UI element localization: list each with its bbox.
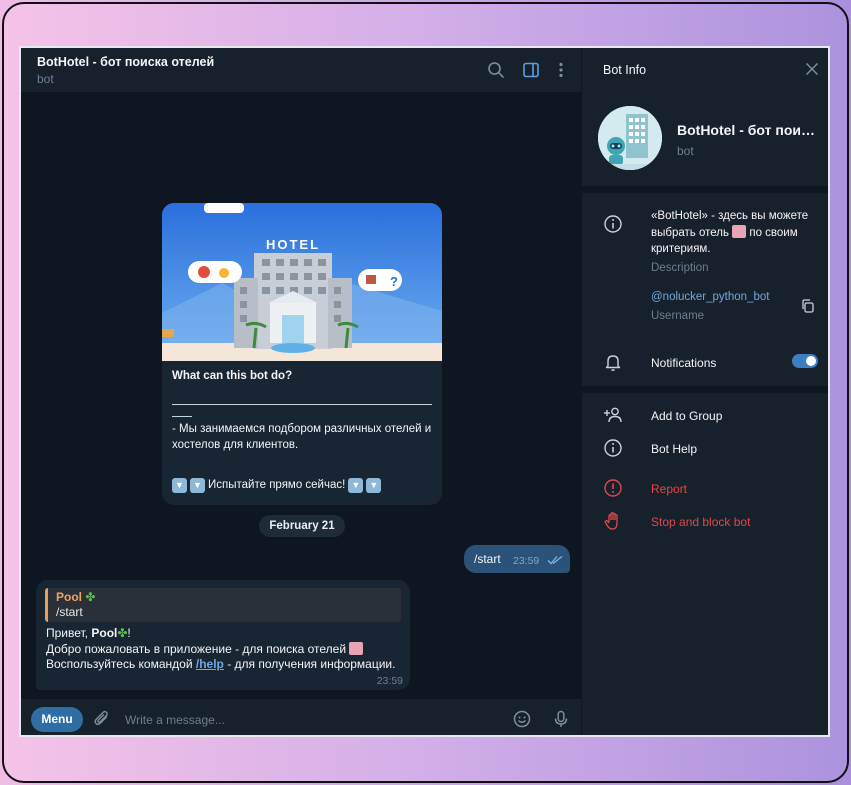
help-info-icon: [604, 439, 622, 457]
message-composer: Menu: [21, 699, 581, 735]
message-time: 23:59: [513, 555, 540, 567]
clover-emoji-icon: ✤: [85, 590, 96, 604]
telegram-window: BotHotel - бот поиска отелей bot ? HOTEL…: [19, 46, 830, 737]
section-divider: [582, 186, 828, 193]
chat-pane: BotHotel - бот поиска отелей bot ? HOTEL…: [21, 48, 581, 735]
outgoing-message[interactable]: /start 23:59: [464, 545, 570, 573]
report-icon: [604, 479, 622, 497]
bot-info-title: Bot Info: [603, 63, 647, 77]
add-user-icon: [604, 407, 622, 423]
help-command-link[interactable]: /help: [196, 657, 224, 671]
greeting-name: Pool: [91, 626, 118, 640]
username-label: Username: [651, 310, 705, 322]
welcome-line: Добро пожаловать в приложение - для поис…: [46, 641, 347, 656]
close-icon[interactable]: [805, 62, 819, 76]
greeting-prefix: Привет,: [46, 626, 92, 640]
copy-icon[interactable]: [800, 298, 816, 314]
welcome-description: - Мы занимаемся подбором различных отеле…: [172, 423, 432, 451]
reply-quote[interactable]: Pool ✤ /start: [45, 588, 401, 622]
bot-avatar[interactable]: [598, 106, 662, 170]
bot-help-button[interactable]: Bot Help: [651, 442, 697, 456]
bell-icon: [605, 355, 621, 371]
notifications-label: Notifications: [651, 356, 717, 370]
microphone-icon[interactable]: [551, 709, 571, 729]
search-icon[interactable]: [486, 60, 506, 80]
divider: [172, 416, 192, 417]
attach-icon[interactable]: [92, 709, 112, 729]
chat-header[interactable]: BotHotel - бот поиска отелей bot: [21, 48, 581, 92]
sidebar-toggle-icon[interactable]: [521, 60, 541, 80]
welcome-try-row: ▼ ▼ Испытайте прямо сейчас! ▼ ▼: [172, 477, 434, 493]
notifications-toggle[interactable]: [792, 354, 818, 368]
hand-stop-icon: [604, 512, 618, 530]
info-icon: [604, 215, 622, 233]
down-arrow-emoji-icon: ▼: [190, 477, 205, 493]
message-time: 23:59: [376, 675, 403, 687]
down-arrow-emoji-icon: ▼: [348, 477, 364, 493]
bot-description: «BotHotel» - здесь вы можете выбрать оте…: [651, 208, 821, 258]
hotel-illustration: ? HOTEL: [162, 203, 442, 361]
bot-subtitle: bot: [677, 144, 694, 158]
menu-button[interactable]: Menu: [31, 707, 83, 732]
clover-emoji-icon: ✤: [117, 626, 128, 640]
svg-text:?: ?: [390, 274, 398, 289]
toggle-knob: [806, 356, 816, 366]
bot-username[interactable]: @nolucker_python_bot: [651, 291, 769, 303]
hotel-emoji-icon: [349, 641, 364, 655]
down-arrow-emoji-icon: ▼: [172, 477, 187, 493]
more-options-icon[interactable]: [551, 60, 571, 80]
bot-info-panel: Bot Info BotHotel - бот поиска отелей bo…: [581, 48, 828, 735]
emoji-icon[interactable]: [512, 709, 532, 729]
bot-welcome-card: ? HOTEL What can this bot do? - Мы заним…: [162, 203, 442, 505]
welcome-try-text: Испытайте прямо сейчас!: [208, 479, 346, 491]
help-line-suffix: - для получения информации.: [223, 657, 396, 671]
description-label: Description: [651, 262, 709, 274]
date-separator: February 21: [259, 515, 345, 537]
message-list[interactable]: ? HOTEL What can this bot do? - Мы заним…: [21, 92, 581, 699]
greeting-suffix: !: [127, 626, 131, 640]
add-to-group-button[interactable]: Add to Group: [651, 409, 722, 423]
bot-name: BotHotel - бот поиска отелей: [677, 122, 822, 138]
incoming-message[interactable]: Pool ✤ /start Привет, Pool✤! Добро пожал…: [36, 580, 410, 690]
reply-author: Pool: [56, 590, 82, 604]
divider: [172, 404, 432, 405]
reply-text: /start: [56, 605, 83, 619]
down-arrow-emoji-icon: ▼: [366, 477, 382, 493]
read-checkmarks-icon: [547, 555, 563, 565]
hotel-sign: HOTEL: [266, 237, 320, 252]
help-line-prefix: Воспользуйтесь командой: [46, 657, 196, 671]
welcome-heading: What can this bot do?: [172, 370, 293, 382]
message-text: /start: [474, 552, 501, 566]
message-input[interactable]: [125, 711, 495, 729]
section-divider: [582, 386, 828, 393]
stop-and-block-button[interactable]: Stop and block bot: [651, 515, 750, 529]
hotel-emoji-icon: [732, 224, 747, 238]
report-button[interactable]: Report: [651, 482, 687, 496]
bot-info-header: Bot Info: [582, 48, 828, 92]
